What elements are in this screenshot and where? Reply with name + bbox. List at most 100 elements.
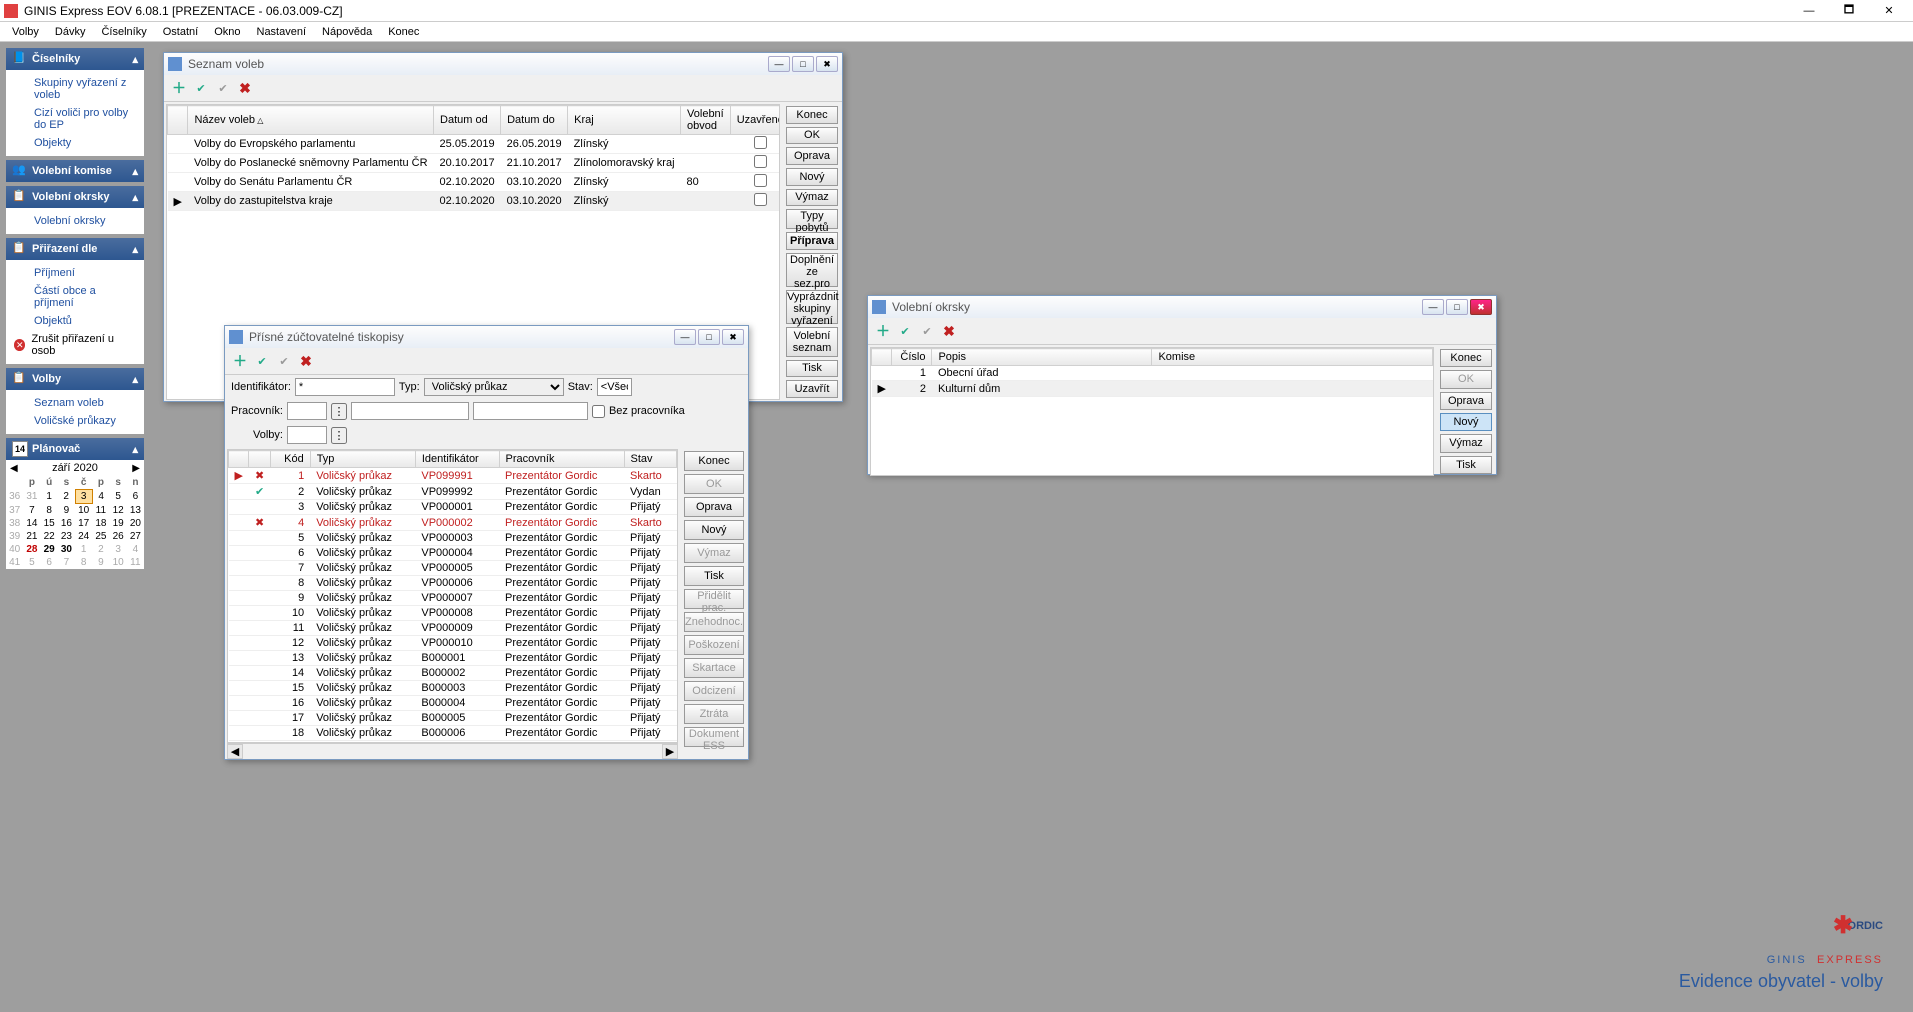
window-maximize-button[interactable]: □	[1446, 299, 1468, 315]
minimize-button[interactable]: —	[1789, 1, 1829, 21]
panel-button[interactable]: Poškození	[684, 635, 744, 655]
panel-button[interactable]: Nový	[1440, 413, 1492, 431]
cal-day[interactable]: 7	[58, 556, 75, 569]
cal-day[interactable]: 6	[127, 490, 144, 504]
cal-day[interactable]: 20	[127, 517, 144, 530]
closed-checkbox[interactable]	[754, 174, 767, 187]
table-row[interactable]: 3Voličský průkazVP000001Prezentátor Gord…	[229, 500, 677, 515]
maximize-button[interactable]: 🗖	[1829, 1, 1869, 21]
apply-icon[interactable]: ✔	[253, 352, 271, 370]
panel-button[interactable]: Oprava	[1440, 392, 1492, 410]
apply-grey-icon[interactable]: ✔	[918, 322, 936, 340]
panel-button[interactable]: Přidělit prac.	[684, 589, 744, 609]
panel-button[interactable]: Typy pobytů	[786, 209, 838, 229]
menu-dávky[interactable]: Dávky	[47, 24, 94, 40]
cal-day[interactable]: 24	[75, 530, 92, 543]
pracovnik-lookup-button[interactable]: ⋮	[331, 403, 347, 420]
nav-link[interactable]: Objektů	[6, 312, 144, 330]
closed-checkbox[interactable]	[754, 155, 767, 168]
table-row[interactable]: Volby do Senátu Parlamentu ČR02.10.20200…	[168, 173, 781, 192]
cal-day[interactable]: 10	[75, 504, 92, 518]
apply-grey-icon[interactable]: ✔	[214, 79, 232, 97]
table-row[interactable]: 13Voličský průkazB000001Prezentátor Gord…	[229, 651, 677, 666]
nav-header-volby[interactable]: 📋 Volby ▴	[6, 368, 144, 390]
bez-pracovnika-checkbox[interactable]	[592, 405, 605, 418]
cal-day[interactable]: 7	[23, 504, 40, 518]
table-row[interactable]: 10Voličský průkazVP000008Prezentátor Gor…	[229, 606, 677, 621]
cal-day[interactable]: 19	[110, 517, 127, 530]
table-row[interactable]: 6Voličský průkazVP000004Prezentátor Gord…	[229, 546, 677, 561]
table-row[interactable]: 9Voličský průkazVP000007Prezentátor Gord…	[229, 591, 677, 606]
window-minimize-button[interactable]: —	[674, 329, 696, 345]
nav-link-cancel[interactable]: ✕Zrušit přiřazení u osob	[6, 330, 144, 360]
panel-button[interactable]: Vyprázdnit skupiny vyřazení	[786, 290, 838, 324]
cal-day[interactable]: 9	[58, 504, 75, 518]
menu-nastavení[interactable]: Nastavení	[249, 24, 315, 40]
volby-input[interactable]	[287, 426, 327, 444]
apply-grey-icon[interactable]: ✔	[275, 352, 293, 370]
menu-nápověda[interactable]: Nápověda	[314, 24, 380, 40]
cal-day[interactable]: 18	[92, 517, 109, 530]
cal-day[interactable]: 31	[23, 490, 40, 504]
nav-header-ciselniky[interactable]: 📘 Číselníky ▴	[6, 48, 144, 70]
table-row[interactable]: 7Voličský průkazVP000005Prezentátor Gord…	[229, 561, 677, 576]
cal-day[interactable]: 25	[92, 530, 109, 543]
nav-link[interactable]: Objekty	[6, 134, 144, 152]
closed-checkbox[interactable]	[754, 193, 767, 206]
panel-button[interactable]: Tisk	[1440, 456, 1492, 474]
nav-header-volebni-okrsky[interactable]: 📋 Volební okrsky ▴	[6, 186, 144, 208]
grid-okrsky[interactable]: ČísloPopisKomise1Obecní úřad▶2Kulturní d…	[871, 348, 1433, 397]
panel-button[interactable]: Skartace	[684, 658, 744, 678]
cal-prev-button[interactable]: ◀	[10, 463, 18, 474]
nav-link[interactable]: Příjmení	[6, 264, 144, 282]
cal-day[interactable]: 23	[58, 530, 75, 543]
table-row[interactable]: Volby do Evropského parlamentu25.05.2019…	[168, 135, 781, 154]
calendar-grid[interactable]: púsčpsn363112345637789101112133814151617…	[6, 476, 144, 569]
cal-day[interactable]: 29	[41, 543, 58, 556]
scroll-right-icon[interactable]: ▶	[662, 744, 678, 759]
table-row[interactable]: 12Voličský průkazVP000010Prezentátor Gor…	[229, 636, 677, 651]
window-close-button[interactable]: ✖	[816, 56, 838, 72]
stav-input[interactable]	[597, 378, 632, 396]
window-close-button[interactable]: ✖	[722, 329, 744, 345]
window-minimize-button[interactable]: —	[1422, 299, 1444, 315]
cal-day[interactable]: 13	[127, 504, 144, 518]
menu-okno[interactable]: Okno	[206, 24, 248, 40]
cal-day[interactable]: 6	[41, 556, 58, 569]
panel-button[interactable]: Nový	[684, 520, 744, 540]
cal-day[interactable]: 17	[75, 517, 92, 530]
cal-day[interactable]: 3	[110, 543, 127, 556]
table-row[interactable]: 17Voličský průkazB000005Prezentátor Gord…	[229, 711, 677, 726]
cancel-icon[interactable]: ✖	[297, 352, 315, 370]
nav-header-prirazeni[interactable]: 📋 Přiřazení dle ▴	[6, 238, 144, 260]
pracovnik-name-input[interactable]	[351, 402, 469, 420]
menu-číselníky[interactable]: Číselníky	[93, 24, 154, 40]
typ-select[interactable]: Voličský průkaz	[424, 378, 564, 396]
panel-button[interactable]: Tisk	[684, 566, 744, 586]
cal-day[interactable]: 21	[23, 530, 40, 543]
cal-day[interactable]: 26	[110, 530, 127, 543]
nav-link[interactable]: Seznam voleb	[6, 394, 144, 412]
cancel-icon[interactable]: ✖	[236, 79, 254, 97]
panel-button[interactable]: Oprava	[786, 147, 838, 165]
cal-day[interactable]: 1	[41, 490, 58, 504]
table-row[interactable]: 1Obecní úřad	[872, 366, 1433, 381]
closed-checkbox[interactable]	[754, 136, 767, 149]
panel-button[interactable]: OK	[786, 127, 838, 145]
close-button[interactable]: ✕	[1869, 1, 1909, 21]
cal-day[interactable]: 22	[41, 530, 58, 543]
nav-header-volebni-komise[interactable]: 👥 Volební komise ▴	[6, 160, 144, 182]
nav-link[interactable]: Částí obce a příjmení	[6, 282, 144, 312]
nav-link[interactable]: Voličské průkazy	[6, 412, 144, 430]
panel-button[interactable]: Nový	[786, 168, 838, 186]
cal-day[interactable]: 11	[92, 504, 109, 518]
table-row[interactable]: ▶Volby do zastupitelstva kraje02.10.2020…	[168, 192, 781, 211]
pracovnik-name2-input[interactable]	[473, 402, 588, 420]
table-row[interactable]: Volby do Poslanecké sněmovny Parlamentu …	[168, 154, 781, 173]
scrollbar-horizontal[interactable]: ◀ ▶	[227, 743, 678, 759]
pracovnik-input[interactable]	[287, 402, 327, 420]
table-row[interactable]: 8Voličský průkazVP000006Prezentátor Gord…	[229, 576, 677, 591]
panel-button[interactable]: Volební seznam	[786, 327, 838, 357]
table-row[interactable]: ▶✖1Voličský průkazVP099991Prezentátor Go…	[229, 468, 677, 484]
menu-volby[interactable]: Volby	[4, 24, 47, 40]
